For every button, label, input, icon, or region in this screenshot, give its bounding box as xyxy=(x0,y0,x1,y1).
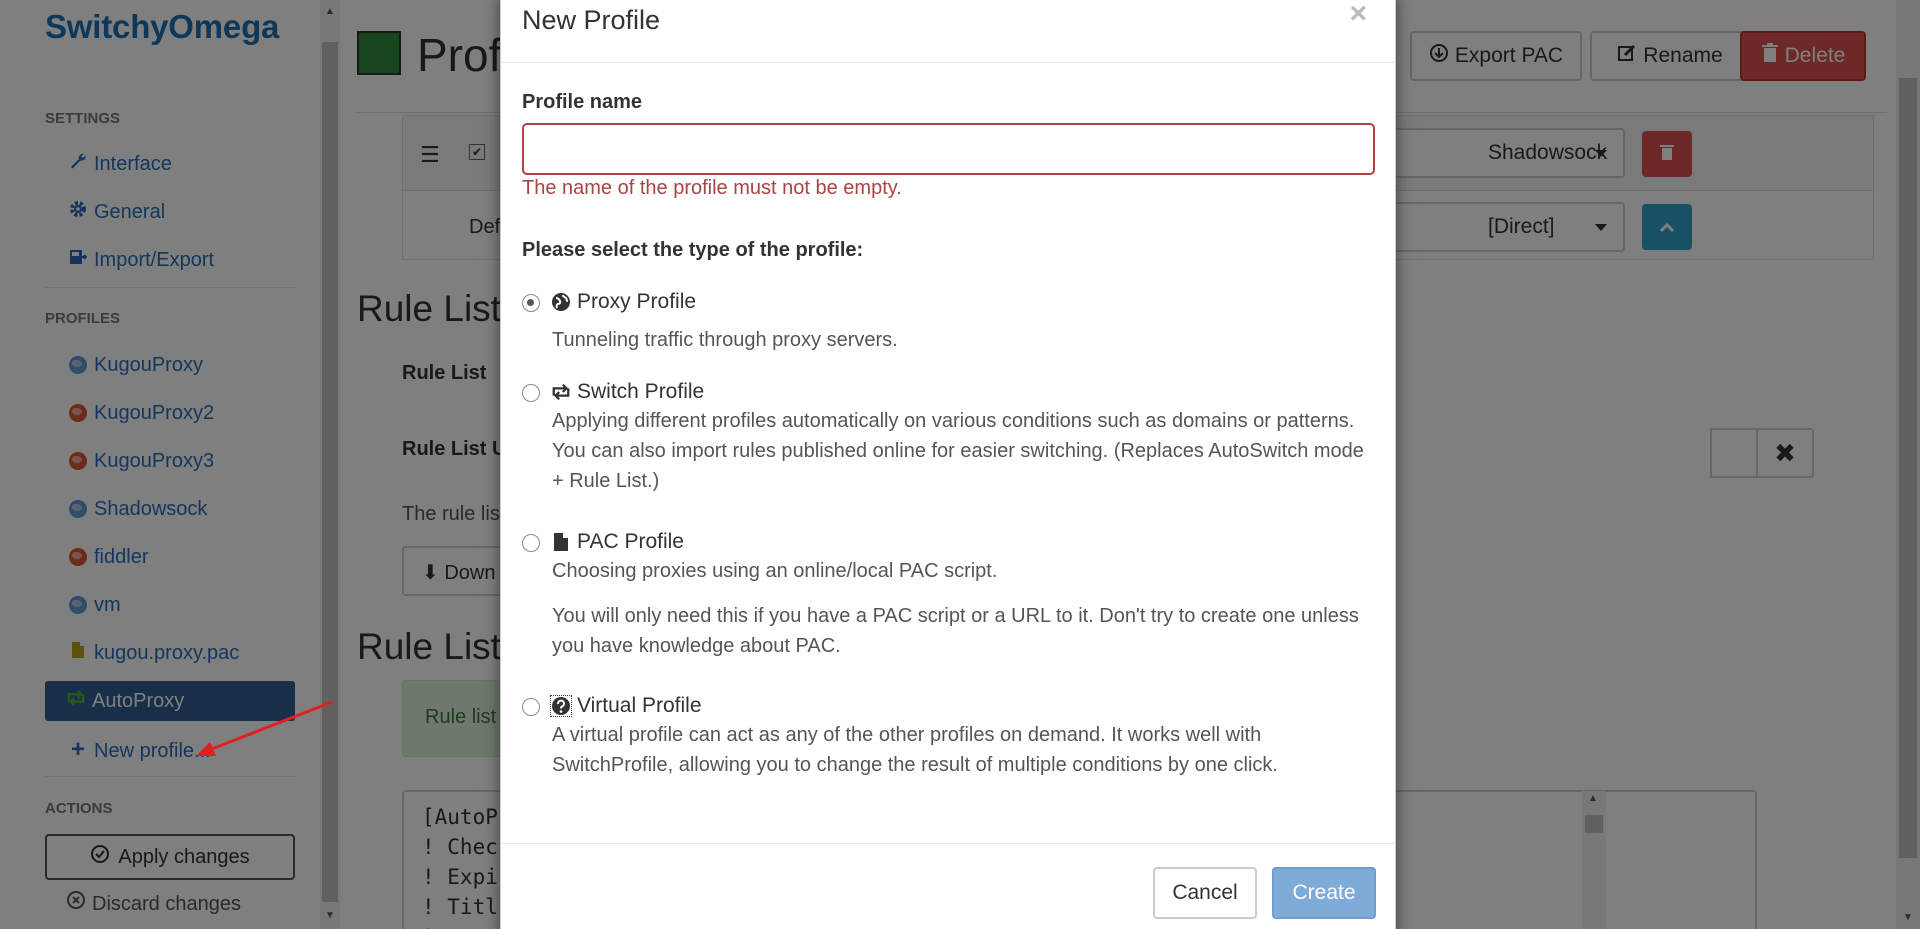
option-title: Virtual Profile xyxy=(577,694,702,717)
switch-profile-radio[interactable] xyxy=(522,384,540,402)
virtual-profile-radio[interactable] xyxy=(522,698,540,716)
cancel-button[interactable]: Cancel xyxy=(1153,867,1257,919)
question-circle-icon xyxy=(550,695,572,717)
option-description: Choosing proxies using an online/local P… xyxy=(552,560,998,582)
option-title: PAC Profile xyxy=(577,530,684,553)
option-title: Proxy Profile xyxy=(577,290,697,313)
option-description: A virtual profile can act as any of the … xyxy=(552,724,1278,776)
globe-icon xyxy=(551,292,571,312)
proxy-profile-radio[interactable] xyxy=(522,294,540,312)
pac-profile-option[interactable]: PAC Profile xyxy=(551,530,684,554)
option-description: Applying different profiles automaticall… xyxy=(552,410,1364,492)
option-title: Switch Profile xyxy=(577,380,705,403)
virtual-profile-option[interactable]: Virtual Profile xyxy=(550,694,702,718)
new-profile-dialog: New Profile × Profile name The name of t… xyxy=(500,0,1396,929)
option-description: Tunneling traffic through proxy servers. xyxy=(552,329,898,351)
profile-name-input[interactable] xyxy=(522,123,1375,175)
dialog-title: New Profile xyxy=(522,5,661,35)
profile-name-label: Profile name xyxy=(522,91,643,113)
create-button[interactable]: Create xyxy=(1272,867,1376,919)
close-icon[interactable]: × xyxy=(1349,0,1367,29)
annotation-arrow-icon xyxy=(196,700,333,756)
pac-profile-radio[interactable] xyxy=(522,534,540,552)
proxy-profile-option[interactable]: Proxy Profile xyxy=(551,290,696,314)
divider xyxy=(501,62,1395,63)
profile-type-label: Please select the type of the profile: xyxy=(522,239,864,261)
switch-icon xyxy=(551,382,571,402)
option-description-extra: You will only need this if you have a PA… xyxy=(552,605,1359,657)
file-icon xyxy=(551,532,571,552)
validation-error: The name of the profile must not be empt… xyxy=(522,177,902,199)
switch-profile-option[interactable]: Switch Profile xyxy=(551,380,704,404)
divider xyxy=(501,843,1395,844)
